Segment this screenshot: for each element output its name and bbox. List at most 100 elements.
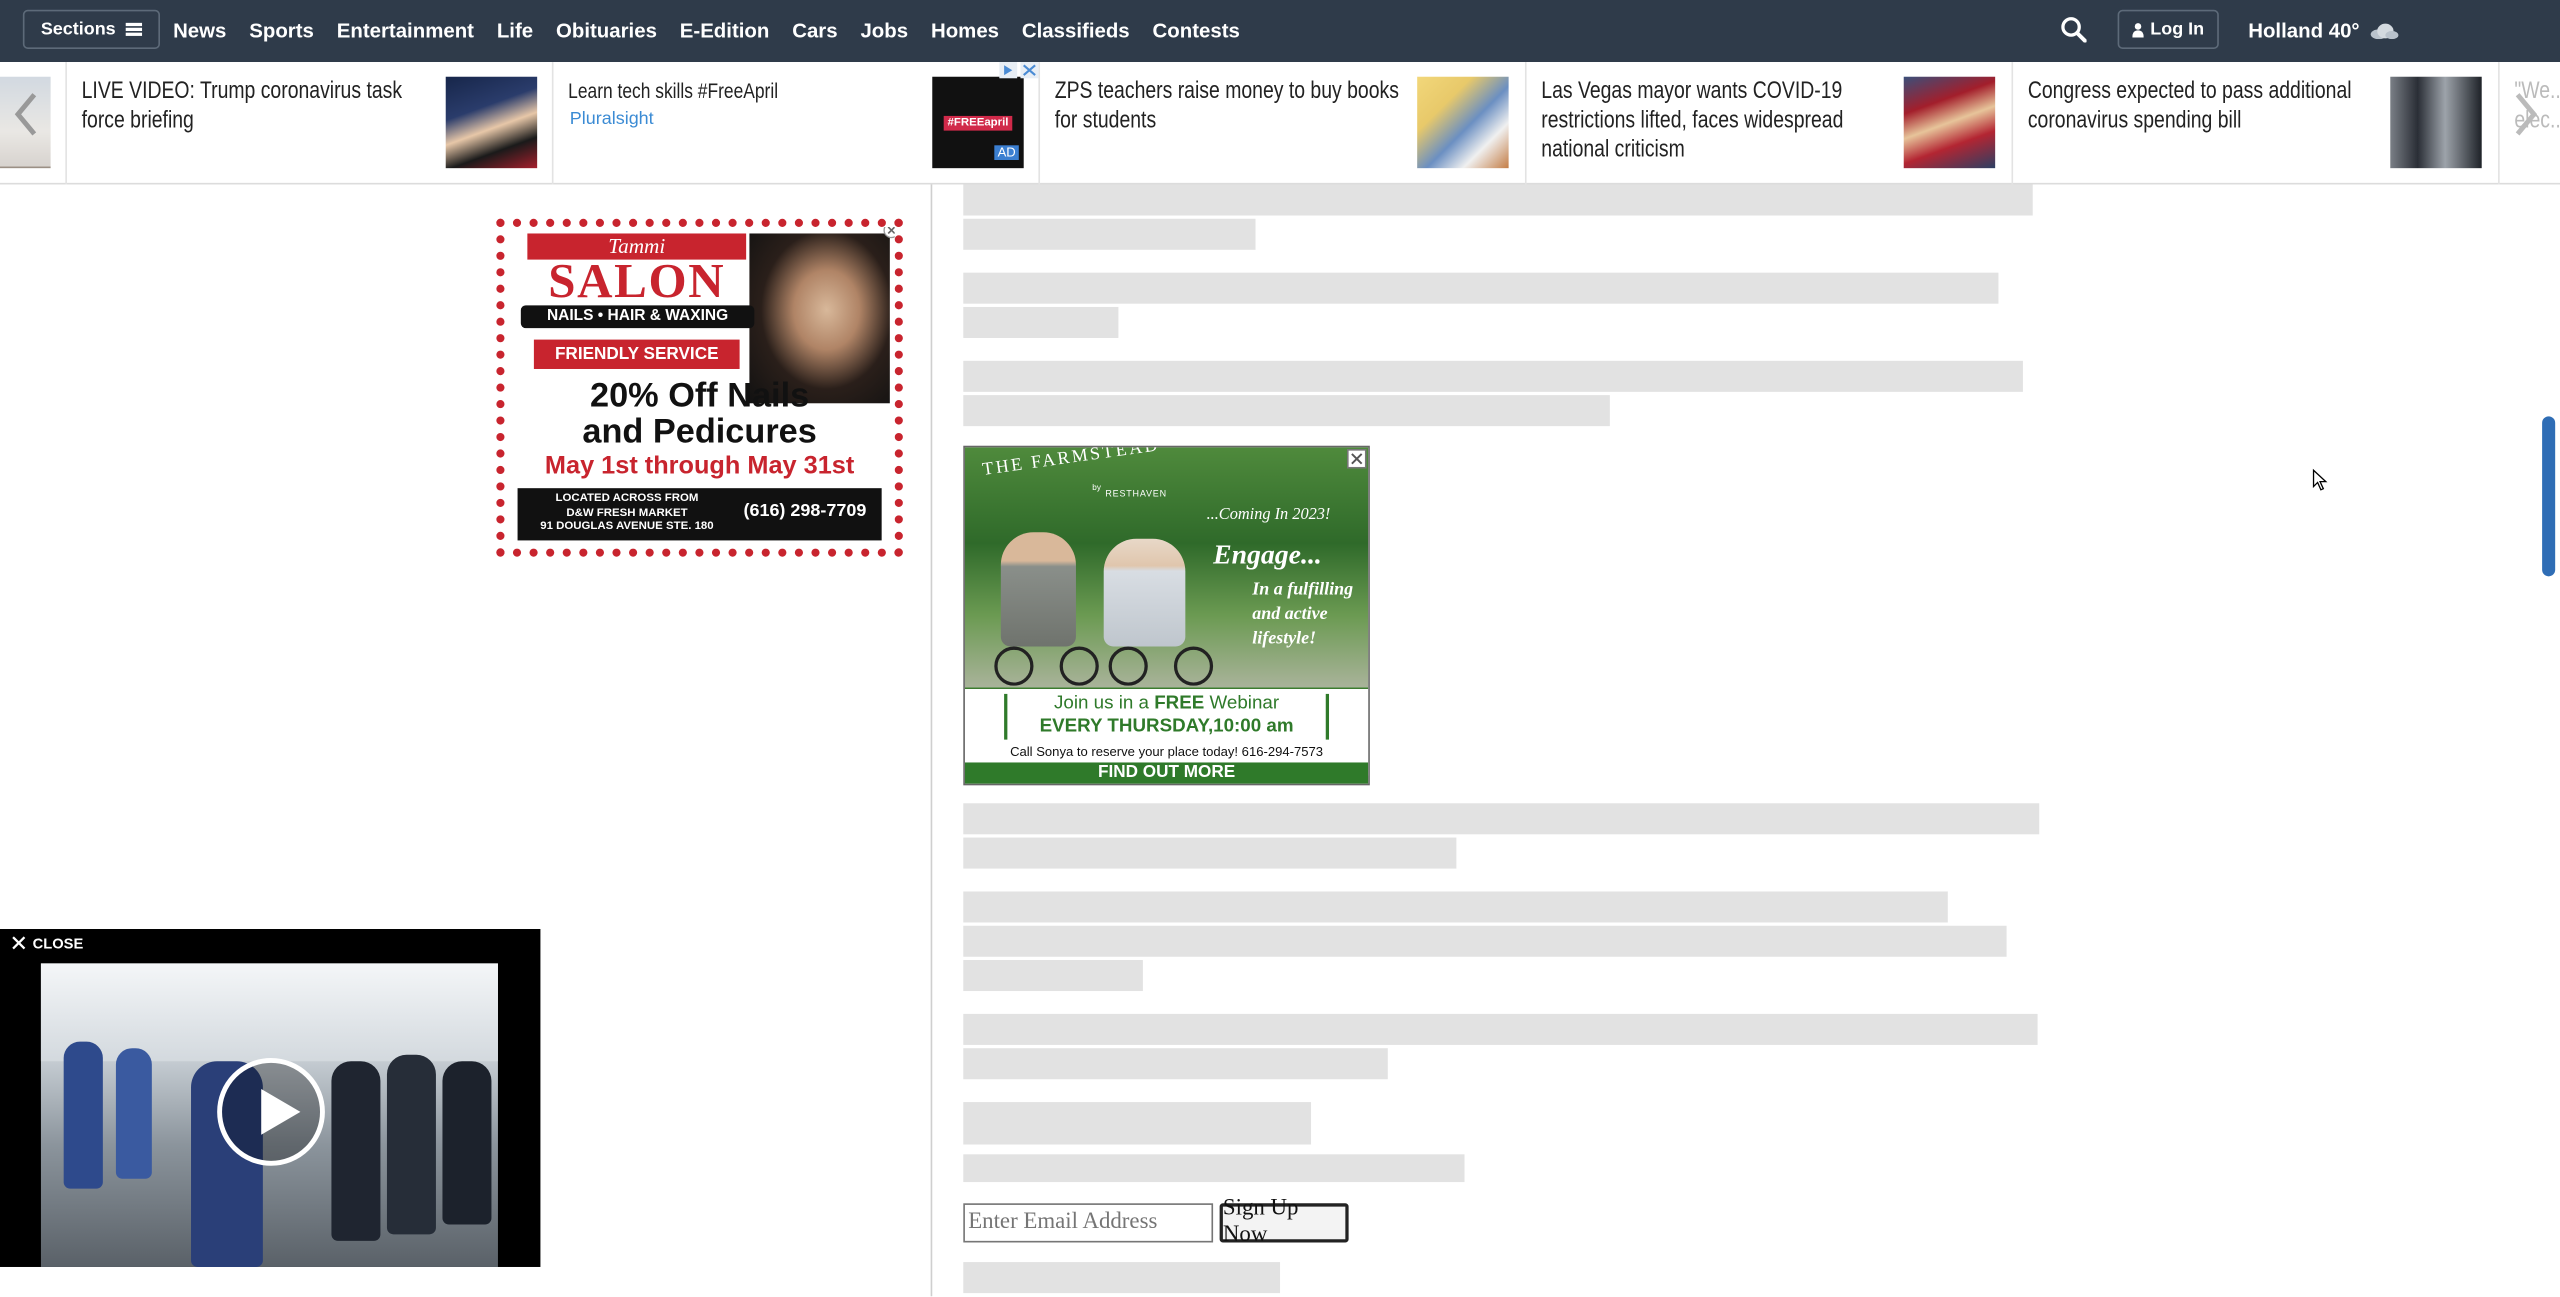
play-icon[interactable] [217, 1057, 325, 1166]
ad-choices-icon[interactable] [999, 62, 1039, 79]
salon-ad[interactable]: Tammi SALON NAILS • HAIR & WAXING FRIEND… [496, 218, 903, 557]
farmstead-webinar-pre: Join us in a [1054, 693, 1155, 714]
person-figure [386, 1054, 436, 1235]
ticker-prev-arrow[interactable] [0, 62, 53, 167]
salon-location-line3: 91 DOUGLAS AVENUE STE. 180 [540, 520, 714, 533]
person-figure [331, 1061, 381, 1241]
ticker-headline: Congress expected to pass additional cor… [2027, 78, 2352, 134]
nav-link-cars[interactable]: Cars [792, 20, 837, 43]
ticker-item[interactable]: ZPS teachers raise money to buy books fo… [1040, 62, 1527, 185]
salon-services: NAILS • HAIR & WAXING [520, 305, 755, 329]
page: Sections News Sports Entertainment Life … [0, 0, 2560, 1297]
video-close-label: CLOSE [32, 934, 84, 952]
loading-placeholder [963, 218, 1256, 250]
loading-placeholder [963, 306, 1119, 338]
farmstead-company: RESTHAVEN [1105, 489, 1167, 500]
ticker-thumbnail [2390, 76, 2482, 169]
loading-placeholder [963, 925, 2007, 957]
salon-location-bar: LOCATED ACROSS FROM D&W FRESH MARKET 91 … [517, 488, 882, 541]
ad-close-icon[interactable] [883, 222, 899, 239]
loading-placeholder [963, 1102, 1312, 1145]
farmstead-photo: THE FARMSTEAD by RESTHAVEN ...Coming In … [964, 445, 1369, 688]
salon-location-line2: D&W FRESH MARKET [566, 506, 688, 519]
farmstead-webinar-free: FREE [1154, 693, 1205, 714]
ad-badge: AD [994, 145, 1020, 161]
salon-dates: May 1st through May 31st [544, 452, 855, 481]
loading-placeholder [963, 395, 1610, 427]
video-thumbnail[interactable] [40, 963, 498, 1267]
ticker-headline: LIVE VIDEO: Trump coronavirus task force… [81, 78, 403, 134]
farmstead-ad[interactable]: THE FARMSTEAD by RESTHAVEN ...Coming In … [963, 445, 1370, 786]
weather-widget[interactable]: Holland 40° [2248, 0, 2399, 62]
video-close-button[interactable]: CLOSE [0, 929, 540, 957]
farmstead-engage-body: In a fulfilling and active lifestyle! [1252, 579, 1354, 649]
ad-close-icon[interactable] [1346, 448, 1367, 469]
close-icon [12, 936, 26, 950]
farmstead-call: Call Sonya to reserve your place today! … [1010, 744, 1324, 760]
farmstead-coming: ...Coming In 2023! [1206, 506, 1331, 525]
top-navigation-bar: Sections News Sports Entertainment Life … [0, 0, 2560, 63]
nav-link-e-edition[interactable]: E-Edition [680, 20, 770, 43]
nav-link-obituaries[interactable]: Obituaries [556, 20, 657, 43]
person-figure [115, 1048, 152, 1179]
salon-location-line1: LOCATED ACROSS FROM [555, 493, 699, 505]
farmstead-cta[interactable]: FIND OUT MORE [964, 762, 1369, 784]
ticker-thumbnail [1903, 76, 1996, 169]
nav-link-sports[interactable]: Sports [249, 20, 314, 43]
email-input[interactable] [963, 1203, 1214, 1243]
nav-link-life[interactable]: Life [497, 20, 533, 43]
login-button[interactable]: Log In [2117, 9, 2219, 49]
sections-label: Sections [40, 19, 116, 40]
ticker-item[interactable]: Congress expected to pass additional cor… [2013, 62, 2500, 185]
salon-offer-line1: 20% Off Nails [590, 377, 810, 415]
ticker-thumbnail [1417, 76, 1509, 169]
salon-name: SALON [548, 254, 726, 309]
loading-placeholder [963, 360, 2023, 392]
salon-phone: (616) 298-7709 [743, 501, 867, 521]
sections-menu-button[interactable]: Sections [22, 9, 160, 49]
user-icon [2132, 22, 2144, 37]
floating-video-player: CLOSE [0, 929, 541, 1267]
farmstead-webinar-post: Webinar [1204, 693, 1280, 714]
hamburger-icon [125, 22, 142, 36]
nav-link-jobs[interactable]: Jobs [860, 20, 908, 43]
headline-ticker: LIVE VIDEO: Trump coronavirus task force… [0, 62, 2560, 185]
ticker-item[interactable]: Las Vegas mayor wants COVID-19 restricti… [1527, 62, 2014, 185]
farmstead-title: THE FARMSTEAD [981, 445, 1161, 480]
loading-placeholder [963, 184, 2033, 216]
ticker-headline: Learn tech skills #FreeApril [568, 78, 779, 103]
nav-link-entertainment[interactable]: Entertainment [337, 20, 474, 43]
login-label: Log In [2150, 19, 2205, 40]
loading-placeholder [963, 272, 1999, 304]
ticker-next-arrow[interactable] [2505, 62, 2547, 166]
loading-placeholder [963, 891, 1948, 923]
loading-placeholder [963, 837, 1457, 869]
loading-placeholder [963, 1154, 1465, 1183]
farmstead-engage: Engage... [1213, 538, 1322, 570]
loading-placeholder [963, 1048, 1388, 1080]
bicycle-icon [994, 646, 1214, 686]
ticker-item-ad[interactable]: Learn tech skills #FreeApril Pluralsight… [553, 62, 1041, 185]
ticker-item[interactable]: LIVE VIDEO: Trump coronavirus task force… [67, 62, 554, 185]
search-icon[interactable] [2060, 16, 2087, 43]
weather-label: Holland 40° [2248, 19, 2360, 43]
ticker-sponsor: Pluralsight [569, 109, 654, 129]
column-divider [930, 184, 933, 1297]
farmstead-by: by [1092, 483, 1101, 494]
cloud-icon [2371, 23, 2399, 40]
loading-placeholder [963, 960, 1143, 992]
chevron-right-icon [2515, 93, 2538, 136]
nav-link-classifieds[interactable]: Classifieds [1022, 20, 1130, 43]
nav-link-homes[interactable]: Homes [931, 20, 999, 43]
chevron-left-icon [14, 93, 37, 136]
sign-up-button[interactable]: Sign Up Now [1219, 1197, 1349, 1247]
page-scrollbar-thumb[interactable] [2542, 416, 2556, 577]
nav-link-contests[interactable]: Contests [1153, 20, 1240, 43]
ad-thumbnail-text: #FREEapril [944, 115, 1012, 130]
loading-placeholder [963, 1262, 1281, 1294]
mouse-cursor-icon [2312, 468, 2328, 491]
loading-placeholder [963, 803, 2040, 835]
farmstead-webinar-time: EVERY THURSDAY,10:00 am [1039, 715, 1294, 736]
nav-link-news[interactable]: News [173, 20, 226, 43]
person-figure [442, 1061, 492, 1225]
